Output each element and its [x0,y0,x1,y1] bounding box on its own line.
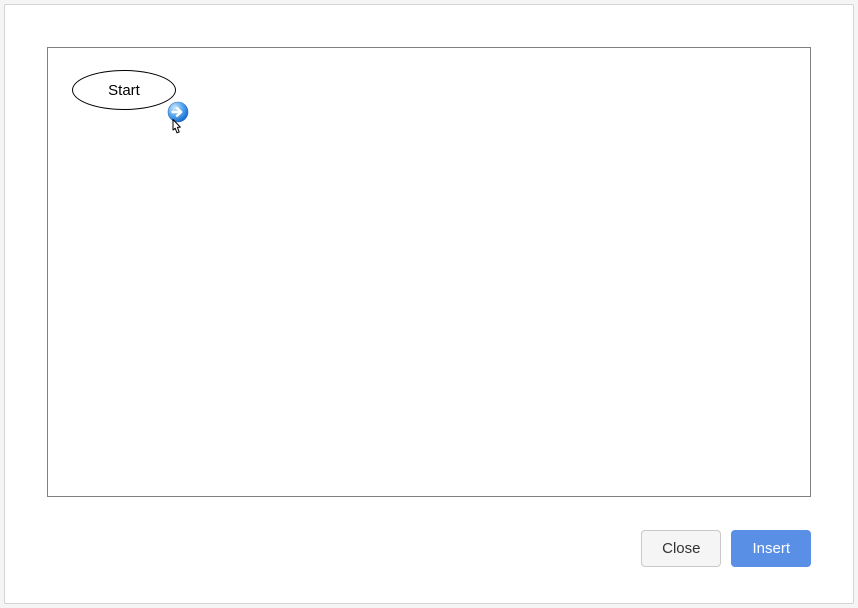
connector-handle[interactable] [167,101,189,123]
start-node-label: Start [108,82,140,99]
insert-button[interactable]: Insert [731,530,811,567]
start-node[interactable]: Start [72,70,176,110]
dialog-button-bar: Close Insert [641,530,811,567]
diagram-canvas[interactable]: Start [47,47,811,497]
close-button[interactable]: Close [641,530,721,567]
dialog-frame: Start Close Insert [4,4,854,604]
arrow-right-icon [167,101,189,123]
